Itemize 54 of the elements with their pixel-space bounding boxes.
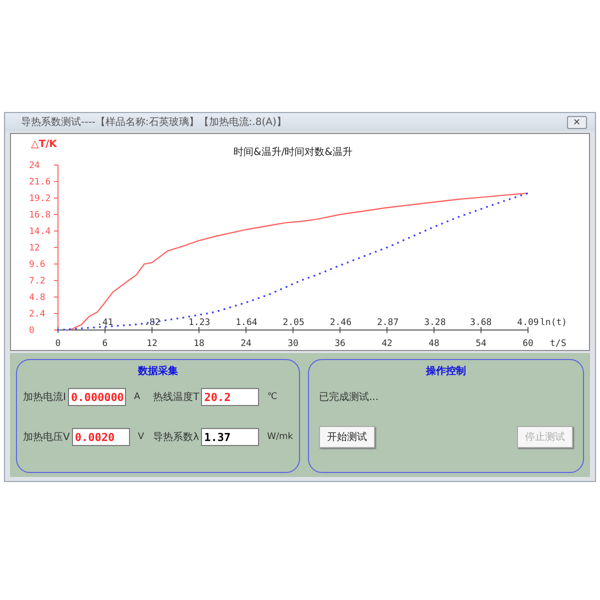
y-tick-label: 14.4 [29,227,51,237]
status-text: 已完成测试... [319,390,380,404]
y-tick-label: 24 [29,161,40,171]
x-tick-label: 36 [334,339,346,349]
unit-label: V [138,432,144,442]
y-tick-label: 12 [29,244,40,254]
x-tick-label: 0 [55,339,61,349]
x-tick-label: 30 [288,339,298,349]
ln-tick-label: 2.46 [330,318,352,328]
ln-axis-title: ln(t) [540,318,568,328]
y-tick-label: 16.8 [29,210,51,220]
y-axis-title: △T/K [31,139,57,150]
window-title: 导热系数测试----【样品名称:石英玻璃】【加热电流:.8(A)】 [21,116,286,129]
ln-tick-label: 1.64 [236,318,258,328]
value-field[interactable]: 1.37 [201,428,260,446]
ln-tick-label: 2.05 [282,318,304,328]
ln-tick-label: 4.09 [517,318,539,328]
field-label: 加热电流I [23,390,66,404]
y-tick-label: 19.2 [29,194,51,204]
x-axis-title: t/S [550,339,566,349]
field-label: 热线温度T [153,390,200,404]
unit-label: A [134,392,140,402]
y-tick-label: 0 [29,326,34,336]
ln-tick-label: .82 [144,318,160,328]
y-tick-label: 21.6 [29,178,51,188]
close-button[interactable]: ✕ [567,116,587,128]
ln-tick-label: 2.87 [376,318,399,328]
value-field[interactable]: 0.000000 [68,388,126,406]
x-tick-label: 48 [428,339,440,349]
ln-tick-label: 3.68 [470,318,492,328]
test-button[interactable]: 开始测试 [319,426,375,448]
x-tick-label: 12 [146,339,158,349]
x-tick-label: 24 [240,339,252,349]
x-tick-label: 18 [194,339,204,349]
x-tick-label: 6 [102,339,108,349]
x-tick-label: 54 [476,339,486,349]
unit-label: ℃ [267,392,278,402]
panel-title: 数据采集 [136,364,179,378]
y-tick-label: 7.2 [29,276,46,286]
chart-title: 时间&温升/时间对数&温升 [234,147,352,158]
y-tick-label: 4.8 [29,293,46,303]
ln-tick-label: 1.23 [188,318,210,328]
value-field[interactable]: 20.2 [201,388,260,406]
x-tick-label: 60 [522,339,534,349]
field-label: 导热系数λ [153,430,200,444]
y-tick-label: 9.6 [29,260,46,270]
panel-title: 操作控制 [424,364,467,378]
ln-tick-label: .41 [96,318,114,328]
ln-tick-label: 3.28 [424,318,446,328]
value-field[interactable]: 0.0020 [72,428,130,446]
x-tick-label: 42 [382,339,392,349]
field-label: 加热电压V [23,430,70,444]
unit-label: W/mk [267,432,293,442]
y-tick-label: 2.4 [29,310,46,320]
